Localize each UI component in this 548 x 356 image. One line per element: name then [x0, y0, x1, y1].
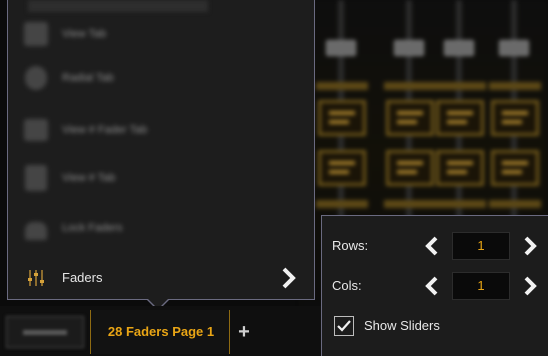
menu-item-label: Lock Faders — [62, 222, 123, 234]
menu-item-radial-tab[interactable]: Radial Tab — [8, 56, 314, 100]
menu-item-lock-faders[interactable]: Lock Faders — [8, 206, 314, 250]
list-view-icon — [22, 164, 50, 192]
tile-view-icon — [22, 20, 50, 48]
tab-label: 28 Faders Page 1 — [107, 324, 215, 339]
grid-view-icon — [22, 116, 50, 144]
rows-label: Rows: — [332, 238, 369, 253]
faders-submenu: Rows: 1 Cols: 1 Show Sliders — [321, 215, 548, 356]
cols-increment-button[interactable] — [520, 275, 540, 297]
menu-item-label: Radial Tab — [62, 72, 114, 84]
menu-item-label: View # Fader Tab — [62, 124, 148, 136]
rows-increment-button[interactable] — [520, 235, 540, 257]
checkmark-icon — [337, 320, 351, 332]
rows-decrement-button[interactable] — [422, 235, 442, 257]
rows-value[interactable]: 1 — [452, 232, 510, 260]
cols-value[interactable]: 1 — [452, 272, 510, 300]
menu-item-label: View Tab — [62, 28, 107, 40]
radial-icon — [22, 64, 50, 92]
menu-item-view-tab-2[interactable]: View # Tab — [8, 156, 314, 200]
tab-blurred[interactable] — [6, 316, 84, 348]
faders-icon — [22, 264, 50, 292]
app-window: View Tab Radial Tab View # Fader Tab Vie… — [0, 0, 548, 356]
menu-top-item-blurred — [28, 0, 208, 12]
tab-28-faders-page-1[interactable]: 28 Faders Page 1 — [90, 310, 230, 354]
menu-item-view-fader-tab[interactable]: View # Fader Tab — [8, 108, 314, 152]
add-tab-button[interactable]: + — [232, 320, 256, 344]
lock-icon — [22, 214, 50, 242]
menu-item-view-tab[interactable]: View Tab — [8, 12, 314, 56]
cols-label: Cols: — [332, 278, 362, 293]
menu-item-label: Faders — [62, 270, 103, 285]
show-sliders-label: Show Sliders — [364, 318, 440, 333]
chevron-right-icon — [282, 267, 296, 289]
rows-row: Rows: 1 — [322, 228, 548, 264]
cols-row: Cols: 1 — [322, 268, 548, 304]
menu-item-faders[interactable]: Faders — [8, 256, 314, 300]
view-type-menu: View Tab Radial Tab View # Fader Tab Vie… — [7, 0, 315, 300]
show-sliders-checkbox[interactable] — [334, 316, 354, 336]
menu-item-label: View # Tab — [62, 172, 116, 184]
cols-decrement-button[interactable] — [422, 275, 442, 297]
